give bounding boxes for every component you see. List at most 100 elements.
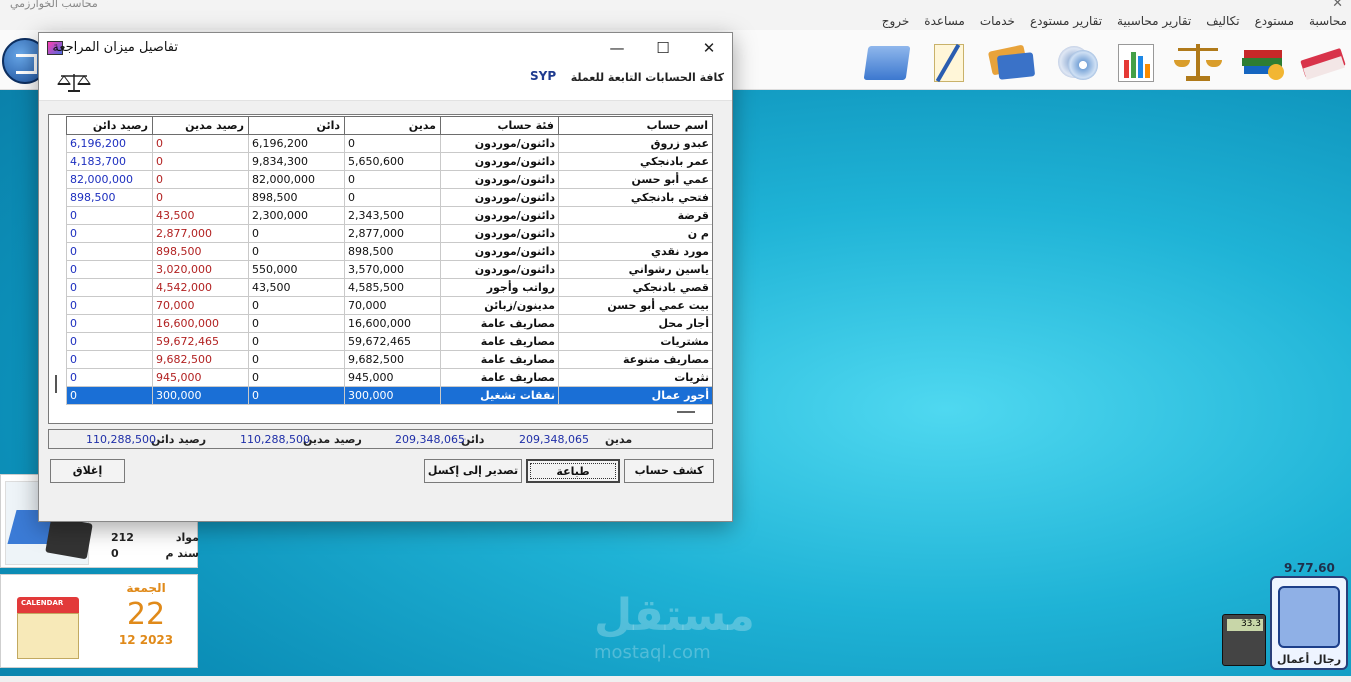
cell-debit: 0 <box>344 188 441 207</box>
grid-scrollbar[interactable] <box>55 375 57 393</box>
cell-debit-balance: 0 <box>152 188 249 207</box>
close-icon[interactable]: ✕ <box>689 37 729 59</box>
table-row[interactable]: مصاريف متنوعة مصاريف عامة 9,682,500 0 9,682,… <box>66 350 712 369</box>
table-row[interactable]: مورد نقدي دائنون/موردون 898,500 0 898,500 0 <box>66 242 712 261</box>
table-row[interactable]: عمر بادنجكي دائنون/موردون 5,650,600 9,834,3… <box>66 152 712 171</box>
stat-value: 0 <box>111 547 119 560</box>
menu-warehouse[interactable]: مستودع <box>1255 14 1294 28</box>
minimize-icon[interactable]: — <box>597 37 637 59</box>
cell-credit: 0 <box>248 332 345 351</box>
cell-credit: 550,000 <box>248 260 345 279</box>
cell-debit-balance: 70,000 <box>152 296 249 315</box>
col-credit-balance[interactable]: رصيد دائن <box>66 116 153 135</box>
table-row[interactable]: فتحي بادنجكي دائنون/موردون 0 898,500 0 898,50… <box>66 188 712 207</box>
calculator-icon[interactable]: 33.3 <box>1222 614 1266 666</box>
chart-report-icon[interactable] <box>1110 36 1162 86</box>
cell-debit: 59,672,465 <box>344 332 441 351</box>
table-row[interactable]: مشتريات مصاريف عامة 59,672,465 0 59,672,465 0 <box>66 332 712 351</box>
col-account-category[interactable]: فئة حساب <box>440 116 559 135</box>
cell-credit-balance: 82,000,000 <box>66 170 153 189</box>
total-credit-balance-value: 110,288,500 <box>86 433 156 446</box>
business-button[interactable]: رجال أعمال <box>1270 576 1348 670</box>
trial-balance-grid[interactable]: اسم حساب فئة حساب مدين دائن رصيد مدين رص… <box>48 114 713 424</box>
cell-account-category: رواتب وأجور <box>440 278 559 297</box>
calendar-word: CALENDAR <box>21 599 64 607</box>
menu-help[interactable]: مساعدة <box>924 14 965 28</box>
cell-account-category: مصاريف عامة <box>440 332 559 351</box>
cell-debit-balance: 898,500 <box>152 242 249 261</box>
discs-icon[interactable] <box>1048 36 1100 86</box>
col-credit[interactable]: دائن <box>248 116 345 135</box>
trial-balance-table: اسم حساب فئة حساب مدين دائن رصيد مدين رص… <box>66 116 712 405</box>
cell-debit: 0 <box>344 134 441 153</box>
cell-debit: 0 <box>344 170 441 189</box>
cell-credit: 0 <box>248 386 345 405</box>
maximize-icon[interactable]: ☐ <box>643 37 683 59</box>
cell-debit: 3,570,000 <box>344 260 441 279</box>
export-excel-button[interactable]: تصدير إلى إكسل <box>424 459 522 483</box>
cell-debit: 16,600,000 <box>344 314 441 333</box>
watermark-sub: mostaql.com <box>594 642 711 663</box>
menu-costs[interactable]: تكاليف <box>1206 14 1239 28</box>
menu-accounting[interactable]: محاسبة <box>1309 14 1347 28</box>
cell-account-category: مصاريف عامة <box>440 368 559 387</box>
folder-icon[interactable] <box>860 36 912 86</box>
menu-services[interactable]: خدمات <box>980 14 1015 28</box>
cell-account-category: دائنون/موردون <box>440 170 559 189</box>
dialog-header: SYP كافة الحسابات التابعة للعملة <box>39 63 732 101</box>
menu-exit[interactable]: خروج <box>882 14 910 28</box>
books-icon[interactable] <box>1296 36 1348 86</box>
cell-debit: 2,343,500 <box>344 206 441 225</box>
cell-account-name: مورد نقدي <box>558 242 712 261</box>
cell-account-name: مشتريات <box>558 332 712 351</box>
cell-credit-balance: 4,183,700 <box>66 152 153 171</box>
day-number: 22 <box>126 597 166 632</box>
cell-credit-balance: 6,196,200 <box>66 134 153 153</box>
col-account-name[interactable]: اسم حساب <box>558 116 712 135</box>
table-row[interactable]: عمي أبو حسن دائنون/موردون 0 82,000,000 0 82,0… <box>66 170 712 189</box>
menu-warehouse-reports[interactable]: تقارير مستودع <box>1030 14 1102 28</box>
table-row[interactable]: نثريات مصاريف عامة 945,000 0 945,000 0 <box>66 368 712 387</box>
table-row[interactable]: ياسين رشواني دائنون/موردون 3,570,000 550,00… <box>66 260 712 279</box>
cards-icon[interactable] <box>986 36 1038 86</box>
cell-account-name: عمي أبو حسن <box>558 170 712 189</box>
close-button[interactable]: إغلاق <box>50 459 125 483</box>
cell-debit-balance: 300,000 <box>152 386 249 405</box>
total-debit-balance-value: 110,288,500 <box>240 433 310 446</box>
people-icon <box>1278 586 1340 648</box>
cell-debit-balance: 945,000 <box>152 368 249 387</box>
stat-value: 212 <box>111 531 134 544</box>
cell-debit: 300,000 <box>344 386 441 405</box>
total-credit-balance-label: رصيد دائن <box>151 433 207 446</box>
table-row[interactable]: أجار محل مصاريف عامة 16,600,000 0 16,600,000… <box>66 314 712 333</box>
cell-debit: 898,500 <box>344 242 441 261</box>
account-statement-button[interactable]: كشف حساب <box>624 459 714 483</box>
watermark: مستقل <box>594 590 755 641</box>
print-button[interactable]: طباعة <box>526 459 620 483</box>
cell-debit-balance: 59,672,465 <box>152 332 249 351</box>
cell-account-category: دائنون/موردون <box>440 224 559 243</box>
table-row[interactable]: عبدو زروق دائنون/موردون 0 6,196,200 0 6,196,2… <box>66 134 712 153</box>
cell-debit-balance: 4,542,000 <box>152 278 249 297</box>
cell-debit-balance: 2,877,000 <box>152 224 249 243</box>
cell-account-name: نثريات <box>558 368 712 387</box>
table-row[interactable]: أجور عمال نفقات تشغيل 300,000 0 300,000 0 <box>66 386 712 405</box>
document-pen-icon[interactable] <box>922 36 974 86</box>
menu-accounting-reports[interactable]: تقارير محاسبية <box>1117 14 1191 28</box>
table-row[interactable]: قصي بادنجكي رواتب وأجور 4,585,500 43,500 4,5… <box>66 278 712 297</box>
grid-resize-handle[interactable] <box>677 411 695 413</box>
col-debit-balance[interactable]: رصيد مدين <box>152 116 249 135</box>
scale-icon[interactable] <box>1172 36 1224 86</box>
stack-books-icon[interactable] <box>1238 36 1290 86</box>
print-button-label: طباعة <box>556 465 590 478</box>
calculator-display: 33.3 <box>1227 619 1263 631</box>
col-debit[interactable]: مدين <box>344 116 441 135</box>
month-year: 12 2023 <box>118 633 174 647</box>
app-close-icon[interactable]: ✕ <box>1332 0 1343 11</box>
business-button-label: رجال أعمال <box>1276 653 1342 666</box>
cell-account-name: فتحي بادنجكي <box>558 188 712 207</box>
stat-label: مواد <box>175 531 199 544</box>
table-row[interactable]: م ن دائنون/موردون 2,877,000 0 2,877,000 0 <box>66 224 712 243</box>
table-row[interactable]: بيت عمي أبو حسن مدينون/زبائن 70,000 0 70,000… <box>66 296 712 315</box>
table-row[interactable]: قرضة دائنون/موردون 2,343,500 2,300,000 43,50… <box>66 206 712 225</box>
